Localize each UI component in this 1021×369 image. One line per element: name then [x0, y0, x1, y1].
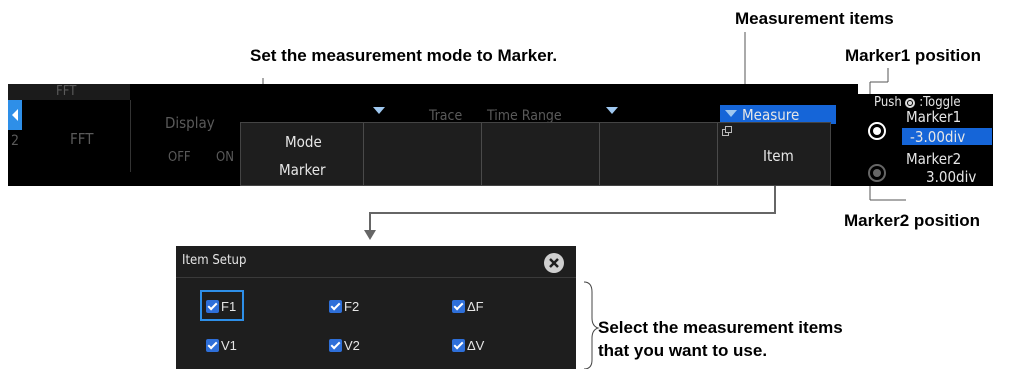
- item-checkbox-delta-f[interactable]: ΔF: [452, 298, 484, 316]
- item-label: Item: [763, 147, 794, 165]
- item-label-delta-v: ΔV: [467, 338, 485, 354]
- item-checkbox-f2[interactable]: F2: [329, 298, 359, 316]
- header-strip: FFT: [8, 84, 130, 100]
- softkey-menu: Mode Marker Item: [240, 122, 831, 186]
- item-checkbox-v1[interactable]: V1: [206, 337, 237, 355]
- checkbox-checked-icon: [329, 339, 342, 353]
- display-cell[interactable]: Display OFF ON: [130, 100, 248, 172]
- header-label: FFT: [56, 84, 77, 99]
- checkbox-checked-icon: [452, 300, 465, 314]
- channel-number: 2: [11, 133, 20, 149]
- blank-header[interactable]: [602, 104, 720, 120]
- channel-tab[interactable]: [8, 100, 22, 130]
- submenu-icon: [722, 126, 732, 136]
- dialog-title: Item Setup: [182, 253, 247, 268]
- item-label-f2: F2: [344, 299, 360, 315]
- item-softkey[interactable]: Item: [718, 123, 830, 185]
- close-icon[interactable]: [544, 253, 564, 273]
- checkbox-checked-icon: [206, 339, 219, 353]
- source-label: FFT: [70, 130, 94, 148]
- marker2-knob-icon[interactable]: [868, 164, 886, 182]
- checkbox-checked-icon: [329, 300, 342, 314]
- item-setup-dialog: Item Setup F1 F2 ΔF V1 V2 ΔV: [176, 246, 576, 369]
- item-label-v1: V1: [221, 338, 237, 354]
- time-range-header[interactable]: Time Range: [483, 104, 601, 124]
- item-label-v2: V2: [344, 338, 360, 354]
- dropdown-arrow-icon: [373, 107, 385, 114]
- trace-header[interactable]: Trace: [363, 104, 483, 124]
- softkey-3[interactable]: [482, 123, 599, 185]
- marker1-value-field[interactable]: -3.00div: [902, 128, 992, 146]
- display-off: OFF: [168, 150, 191, 165]
- item-checkbox-f1[interactable]: F1: [206, 298, 236, 316]
- marker2-value: 3.00div: [926, 168, 977, 186]
- dropdown-arrow-icon: [606, 107, 618, 114]
- mode-value: Marker: [279, 161, 326, 179]
- softkey-2[interactable]: [364, 123, 481, 185]
- display-on: ON: [216, 150, 234, 165]
- marker1-knob-icon[interactable]: [868, 122, 886, 140]
- softkey-4[interactable]: [600, 123, 717, 185]
- item-label-delta-f: ΔF: [467, 299, 484, 315]
- checkbox-checked-icon: [206, 300, 219, 314]
- marker1-value: -3.00div: [910, 128, 966, 146]
- item-checkbox-v2[interactable]: V2: [329, 337, 360, 355]
- display-label: Display: [165, 114, 215, 132]
- push-knob-icon: [905, 97, 916, 108]
- mode-label: Mode: [285, 133, 322, 151]
- dropdown-arrow-icon: [725, 110, 737, 117]
- checkbox-checked-icon: [452, 339, 465, 353]
- marker1-label: Marker1: [906, 108, 962, 126]
- marker-panel: Push :Toggle Marker1 -3.00div Marker2 3.…: [858, 94, 993, 186]
- item-label-f1: F1: [221, 299, 237, 315]
- item-checkbox-delta-v[interactable]: ΔV: [452, 337, 484, 355]
- source-cell[interactable]: FFT: [22, 100, 131, 172]
- marker2-label: Marker2: [906, 150, 962, 168]
- mode-softkey[interactable]: Mode Marker: [241, 123, 363, 185]
